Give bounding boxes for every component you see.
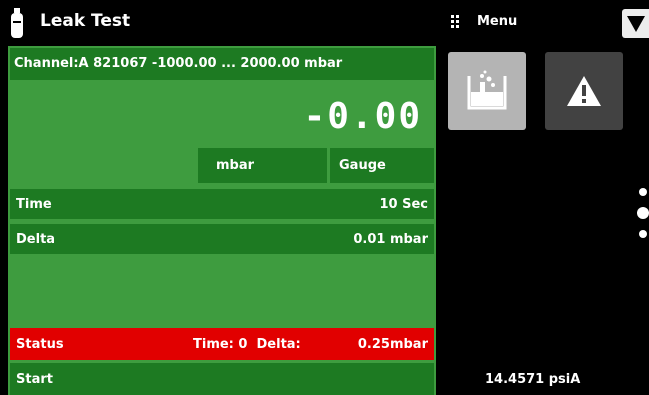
mode-label: Gauge <box>339 158 386 173</box>
delta-value: 0.01 mbar <box>353 232 428 247</box>
grid-icon <box>451 14 461 29</box>
time-row[interactable]: Time 10 Sec <box>10 189 434 219</box>
status-detail: Time: 0 Delta: <box>193 337 301 352</box>
delta-label: Delta <box>16 232 56 247</box>
time-value: 10 Sec <box>379 197 428 212</box>
menu-button[interactable]: Menu <box>451 14 517 29</box>
leak-test-tile[interactable] <box>448 52 526 130</box>
unit-button[interactable]: mbar <box>198 148 327 183</box>
warning-tile[interactable] <box>545 52 623 130</box>
gas-bottle-icon <box>11 8 23 38</box>
warning-icon <box>567 76 601 106</box>
delta-row[interactable]: Delta 0.01 mbar <box>10 224 434 254</box>
time-label: Time <box>16 197 52 212</box>
barometer-reading: 14.4571 psiA <box>485 372 581 387</box>
dropdown-button[interactable] <box>622 9 649 38</box>
leak-test-panel: Channel:A 821067 -1000.00 ... 2000.00 mb… <box>8 46 436 395</box>
channel-label: Channel:A 821067 -1000.00 ... 2000.00 mb… <box>14 56 343 71</box>
start-button[interactable]: Start <box>10 363 434 395</box>
triangle-down-icon <box>627 16 645 32</box>
status-label: Status <box>16 337 64 352</box>
leak-test-icon <box>467 70 507 110</box>
pressure-reading: -0.00 <box>303 96 422 137</box>
more-options-icon[interactable] <box>636 188 649 238</box>
channel-row[interactable]: Channel:A 821067 -1000.00 ... 2000.00 mb… <box>10 48 434 80</box>
start-label: Start <box>16 372 53 387</box>
mode-button[interactable]: Gauge <box>330 148 434 183</box>
unit-label: mbar <box>216 158 255 173</box>
status-delta-value: 0.25mbar <box>357 337 428 352</box>
menu-label: Menu <box>477 14 518 29</box>
top-bar: Leak Test Menu <box>0 0 649 46</box>
page-title: Leak Test <box>40 11 131 31</box>
status-row: Status Time: 0 Delta: 0.25mbar <box>10 328 434 360</box>
